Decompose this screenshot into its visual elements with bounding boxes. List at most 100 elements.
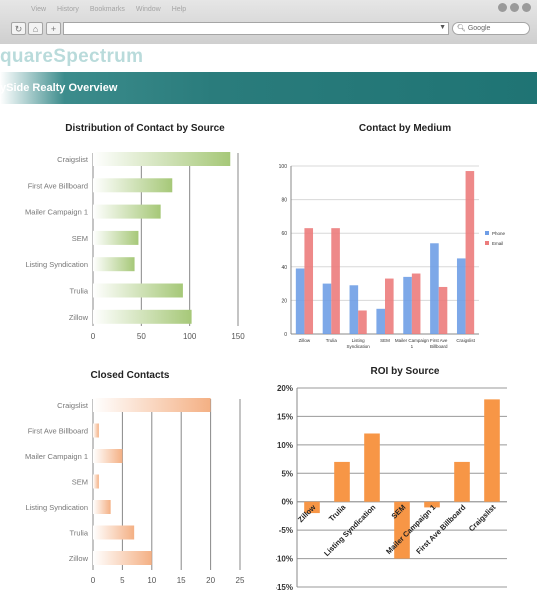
x-tick-label: 10 (147, 576, 156, 585)
home-button[interactable]: ⌂ (28, 22, 43, 35)
chart-title-closed: Closed Contacts (90, 370, 170, 381)
y-tick-label: 20 (281, 298, 287, 304)
minimize-icon[interactable] (498, 3, 507, 12)
search-input[interactable]: 🔍︎ Google (452, 22, 530, 35)
y-tick-label: -5% (279, 526, 293, 535)
bar-phone-craigslist (456, 258, 466, 334)
category-label: Listing Syndication (25, 260, 88, 269)
bar-zillow (93, 309, 192, 324)
bar-email-trulia (331, 228, 340, 334)
chart-title-distribution: Distribution of Contact by Source (65, 123, 225, 134)
new-tab-button[interactable]: + (46, 22, 61, 35)
bar-email-craigslist (465, 171, 475, 334)
category-label: Syndication (347, 344, 371, 349)
page-banner: ySide Realty Overview (0, 72, 537, 104)
menu-help[interactable]: Help (172, 6, 186, 13)
category-label: Trulia (327, 502, 348, 523)
page-title: ySide Realty Overview (0, 82, 118, 94)
site-logo[interactable]: quareSpectrum (0, 46, 143, 68)
y-tick-label: 20% (277, 384, 293, 393)
bar-email-sem (385, 278, 394, 334)
window-controls (498, 3, 531, 12)
category-label: Trulia (70, 529, 89, 538)
legend-swatch-email (485, 241, 489, 245)
home-icon: ⌂ (32, 24, 39, 34)
y-tick-label: 5% (281, 469, 293, 478)
maximize-icon[interactable] (510, 3, 519, 12)
address-bar[interactable]: ▼ (63, 22, 449, 35)
bar-phone-first-ave-billboard (430, 243, 439, 334)
bar-phone-sem (376, 308, 385, 334)
category-label: Craigslist (57, 401, 89, 410)
bar-phone-trulia (322, 283, 332, 334)
bar-craigslist (93, 398, 211, 412)
bar-listing-syndication (93, 500, 111, 514)
chart-distribution-by-source: 0 50 100 150 Craigslist First Ave Billboard Ma… (25, 152, 245, 341)
category-label: Zillow (69, 554, 89, 563)
category-label: Mailer Campaign 1 (25, 452, 88, 461)
bar-email-first-ave-billboard (438, 286, 448, 334)
bar-zillow (93, 551, 152, 565)
category-label: First Ave (430, 338, 448, 343)
chart-title-medium: Contact by Medium (358, 123, 452, 134)
legend-label-email: Email (492, 241, 503, 246)
bar-email-mailer-campaign-1 (411, 273, 421, 334)
reload-button[interactable]: ↻ (11, 22, 26, 35)
bar-listing-syndication (93, 257, 135, 272)
bar-first-ave-billboard (93, 423, 99, 438)
y-tick-label: -10% (276, 555, 293, 564)
bar-craigslist (93, 152, 231, 166)
y-tick-label: -15% (276, 583, 293, 592)
menu-view[interactable]: View (31, 6, 46, 13)
bar-mailer-campaign-1 (93, 204, 161, 219)
bar-phone-zillow (295, 268, 305, 334)
browser-toolbar: View History Bookmarks Window Help ↻ ⌂ +… (0, 0, 537, 45)
x-tick-label: 100 (183, 332, 197, 341)
legend-label-phone: Phone (492, 231, 506, 236)
bar-phone-listing-syndication (349, 285, 359, 334)
x-tick-label: 150 (231, 332, 245, 341)
bar-first-ave-billboard (93, 178, 173, 193)
bar-trulia (334, 461, 350, 502)
chart-roi-by-source: -15%-10%-5%0%5%10%15%20%Zillow TruliaList… (276, 384, 507, 592)
bar-phone-mailer-campaign-1 (403, 276, 412, 334)
bar-craigslist (484, 399, 500, 502)
category-label: Listing (352, 338, 366, 343)
reload-icon: ↻ (14, 24, 23, 34)
menu-history[interactable]: History (57, 6, 79, 13)
x-tick-label: 50 (137, 332, 146, 341)
chart-closed-contacts: 0 5 10 15 20 25 Craigslist First Ave Billboard M… (25, 398, 245, 585)
category-label: 1 (411, 344, 414, 349)
category-label: Craigslist (467, 502, 498, 533)
x-tick-label: 25 (236, 576, 245, 585)
bar-first-ave-billboard (454, 461, 470, 502)
x-tick-label: 20 (206, 576, 215, 585)
category-label: SEM (72, 234, 88, 243)
category-label: Zillow (69, 313, 89, 322)
y-tick-label: 60 (281, 231, 287, 237)
y-tick-label: 100 (279, 164, 288, 170)
category-label: First Ave Billboard (28, 181, 88, 190)
bar-email-zillow (304, 228, 314, 334)
close-icon[interactable] (522, 3, 531, 12)
search-placeholder: Google (467, 25, 491, 32)
y-tick-label: 15% (277, 412, 293, 421)
menu-window[interactable]: Window (136, 6, 161, 13)
y-tick-label: 80 (281, 198, 287, 204)
bar-trulia (93, 283, 183, 298)
y-tick-label: 40 (281, 265, 287, 271)
bar-sem (93, 474, 99, 489)
category-label: Trulia (326, 338, 338, 343)
search-icon: 🔍︎ (457, 25, 466, 32)
category-label: Craigslist (57, 155, 89, 164)
y-tick-label: 10% (277, 441, 293, 450)
category-label: Craigslist (456, 338, 475, 343)
category-label: Listing Syndication (25, 503, 88, 512)
menu-bookmarks[interactable]: Bookmarks (90, 6, 125, 13)
category-label: SEM (72, 478, 88, 487)
bar-sem (93, 230, 139, 245)
y-tick-label: 0% (281, 498, 293, 507)
x-tick-label: 5 (120, 576, 125, 585)
category-label: SEM (380, 338, 390, 343)
category-label: Billboard (430, 344, 448, 349)
